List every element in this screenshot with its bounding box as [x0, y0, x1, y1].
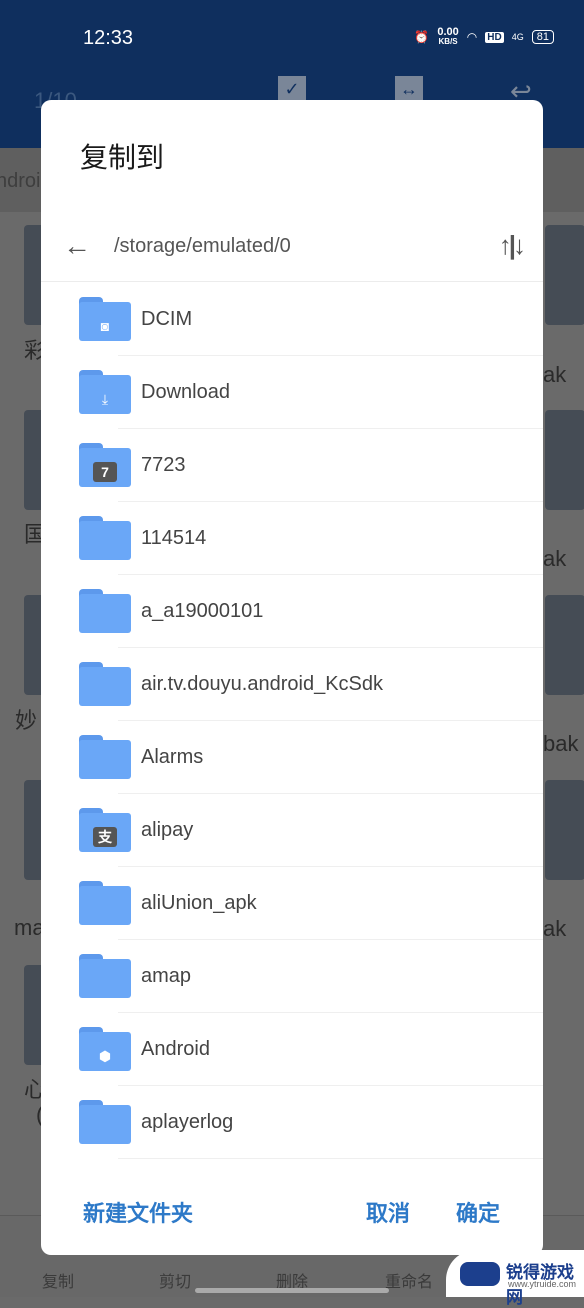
folder-icon: ⬢	[79, 1027, 131, 1071]
cut-action[interactable]: 剪切	[159, 1268, 191, 1292]
folder-name: alipay	[141, 819, 194, 841]
folder-icon	[79, 954, 131, 998]
watermark-url: www.ytruide.com	[508, 1279, 577, 1289]
alipay-icon: 支	[93, 827, 117, 847]
battery-icon: 81	[531, 30, 554, 44]
cancel-button[interactable]: 取消	[366, 1196, 410, 1228]
folder-row[interactable]: ◙ DCIM	[41, 283, 543, 356]
folder-icon	[79, 881, 131, 925]
folder-name: aplayerlog	[141, 1111, 234, 1133]
folder-row[interactable]: ⤓ Download	[41, 356, 543, 429]
bg-label: ak	[543, 916, 567, 941]
folder-icon	[79, 735, 131, 779]
bg-label: ma	[14, 915, 45, 940]
folder-name: Android	[141, 1038, 210, 1060]
dialog-title: 复制到	[80, 142, 165, 173]
folder-icon: 支	[79, 808, 131, 852]
bg-file-tile	[545, 780, 584, 880]
hd-icon: HD	[485, 31, 504, 43]
folder-name: DCIM	[141, 308, 193, 330]
folder-icon: ⤓	[79, 370, 131, 414]
select-all-icon[interactable]: ✓	[278, 76, 306, 102]
folder-name: aliUnion_apk	[141, 892, 257, 914]
folder-row[interactable]: aplayerlog	[41, 1086, 543, 1159]
folder-row[interactable]: air.tv.douyu.android_KcSdk	[41, 648, 543, 721]
folder-row[interactable]: a_a19000101	[41, 575, 543, 648]
folder-row[interactable]: Alarms	[41, 721, 543, 794]
net-speed: 0.00 KB/S	[437, 27, 458, 47]
folder-icon	[79, 589, 131, 633]
folder-name: amap	[141, 965, 192, 987]
rename-action[interactable]: 重命名	[385, 1268, 433, 1292]
home-indicator[interactable]	[195, 1288, 389, 1293]
back-arrow-icon[interactable]: ←	[63, 230, 91, 262]
folder-name: 7723	[141, 454, 186, 476]
net-speed-unit: KB/S	[438, 37, 458, 46]
watermark-logo-icon	[460, 1262, 500, 1286]
folder-icon	[79, 1100, 131, 1144]
folder-row[interactable]: 114514	[41, 502, 543, 575]
bg-label: ak	[543, 546, 567, 571]
download-icon: ⤓	[101, 391, 109, 407]
folder-icon	[79, 662, 131, 706]
signal-icon: 4G	[511, 32, 524, 42]
confirm-button[interactable]: 确定	[456, 1196, 500, 1228]
folder-name: air.tv.douyu.android_KcSdk	[141, 673, 384, 695]
swap-icon[interactable]: ↔	[395, 76, 423, 102]
folder-name: a_a19000101	[141, 600, 264, 622]
watermark: 锐得游戏网 www.ytruide.com	[446, 1250, 584, 1307]
bg-file-tile	[545, 410, 584, 510]
sort-icon[interactable]: ↑|↓	[499, 230, 526, 261]
folder-row[interactable]: ⬢ Android	[41, 1013, 543, 1086]
bg-label: 妙	[15, 708, 38, 733]
status-time: 12:33	[83, 27, 134, 49]
bg-file-tile	[545, 225, 584, 325]
folder-icon: 7	[79, 443, 131, 487]
current-path: /storage/emulated/0	[114, 235, 291, 257]
bg-label: bak	[543, 731, 579, 756]
alarm-icon: ⏰	[414, 30, 430, 44]
new-folder-button[interactable]: 新建文件夹	[83, 1196, 193, 1228]
folder-row[interactable]: 7 7723	[41, 429, 543, 502]
folder-row[interactable]: 支 alipay	[41, 794, 543, 867]
wifi-icon: ◠	[466, 30, 478, 44]
folder-row[interactable]: amap	[41, 940, 543, 1013]
copy-action[interactable]: 复制	[42, 1268, 74, 1292]
path-bar: ← /storage/emulated/0 ↑|↓	[41, 220, 543, 282]
app-7723-icon: 7	[93, 462, 117, 482]
camera-icon: ◙	[100, 318, 110, 334]
settings-icon: ⬢	[98, 1048, 112, 1064]
folder-list[interactable]: ◙ DCIM ⤓ Download 7 7723 114514 a_a19000101 air.…	[41, 283, 543, 1159]
bg-file-tile	[545, 595, 584, 695]
breadcrumb-text: ndroi	[0, 170, 41, 192]
folder-row[interactable]: aliUnion_apk	[41, 867, 543, 940]
bg-label: ak	[543, 362, 567, 387]
copy-to-dialog: 复制到 ← /storage/emulated/0 ↑|↓ ◙ DCIM ⤓ Down…	[41, 100, 543, 1255]
folder-name: 114514	[141, 527, 207, 549]
folder-name: Download	[141, 381, 230, 403]
folder-icon: ◙	[79, 297, 131, 341]
folder-name: Alarms	[141, 746, 204, 768]
folder-icon	[79, 516, 131, 560]
status-icons: ⏰ 0.00 KB/S ◠ HD 4G 81	[414, 27, 554, 47]
dialog-footer: 新建文件夹 取消 确定	[41, 1190, 543, 1230]
